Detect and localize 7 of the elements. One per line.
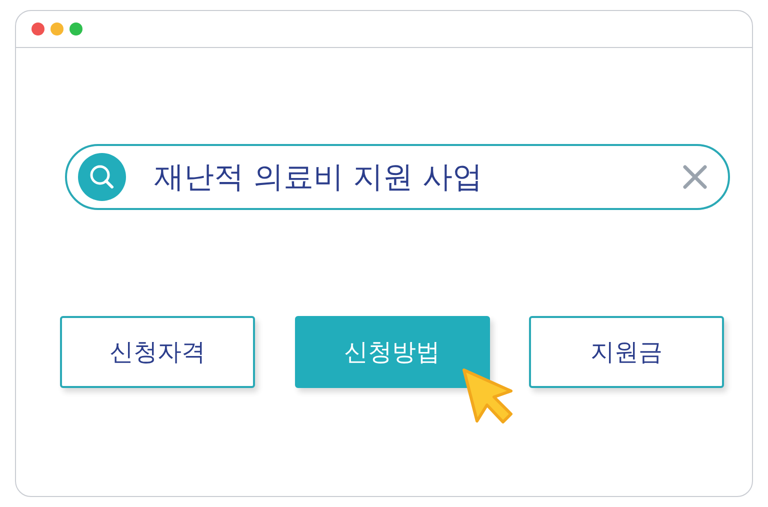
close-icon[interactable] — [682, 164, 708, 190]
window-controls-icon — [31, 22, 85, 36]
option-button[interactable]: 지원금 — [529, 316, 724, 388]
search-icon[interactable] — [78, 153, 126, 201]
option-button[interactable]: 신청자격 — [60, 316, 255, 388]
search-field[interactable]: 재난적 의료비 지원 사업 — [65, 144, 730, 210]
search-text: 재난적 의료비 지원 사업 — [154, 158, 484, 196]
